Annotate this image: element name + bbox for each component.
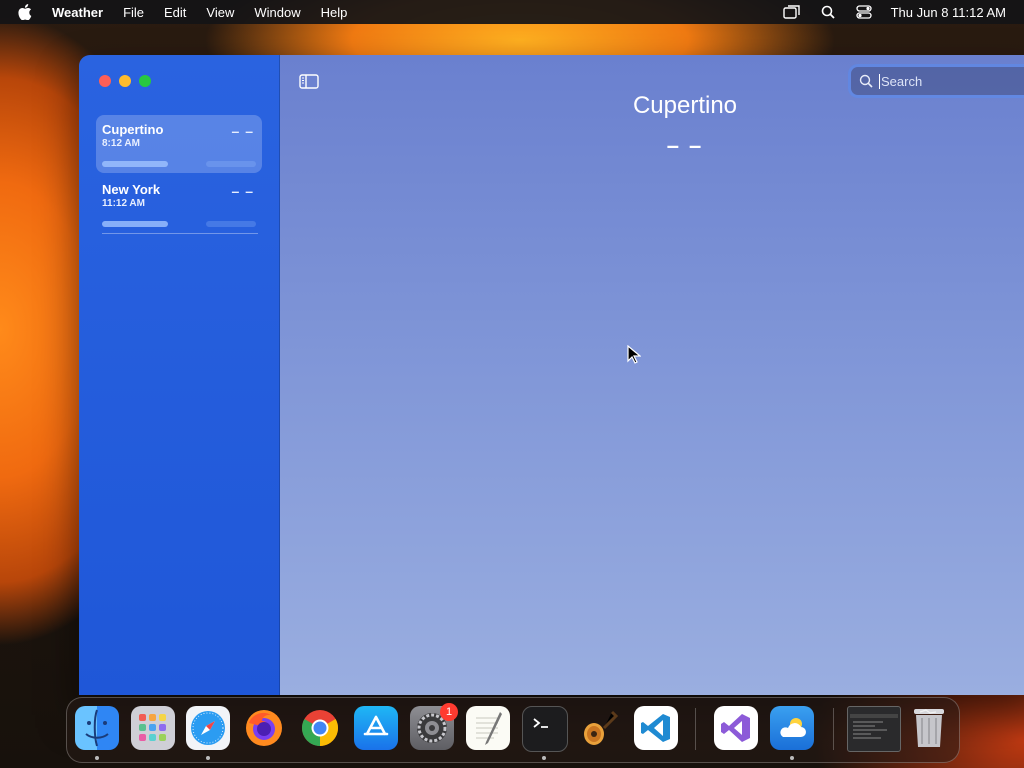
control-center-icon[interactable] bbox=[855, 4, 873, 20]
running-indicator bbox=[206, 756, 210, 760]
firefox-icon[interactable] bbox=[242, 706, 286, 750]
text-caret bbox=[879, 73, 880, 89]
menu-window[interactable]: Window bbox=[254, 5, 300, 20]
maximize-button[interactable] bbox=[139, 75, 151, 87]
close-button[interactable] bbox=[99, 75, 111, 87]
sidebar: Cupertino 8:12 AM – – New York 11:12 AM … bbox=[79, 55, 280, 695]
screen-mirroring-icon[interactable] bbox=[782, 4, 801, 20]
city-name: New York bbox=[102, 182, 161, 197]
temperature-range-bar bbox=[102, 161, 168, 167]
dock-separator bbox=[833, 708, 834, 750]
spotlight-search-icon[interactable] bbox=[819, 4, 837, 20]
dock-separator bbox=[695, 708, 696, 750]
temperature-range-bar bbox=[102, 221, 168, 227]
menu-file[interactable]: File bbox=[123, 5, 144, 20]
menu-app-name[interactable]: Weather bbox=[52, 5, 103, 20]
finder-icon[interactable] bbox=[75, 706, 119, 750]
window-controls bbox=[99, 75, 151, 87]
terminal-icon[interactable] bbox=[522, 706, 568, 752]
launchpad-icon[interactable] bbox=[131, 706, 175, 750]
menu-help[interactable]: Help bbox=[321, 5, 348, 20]
running-indicator bbox=[95, 756, 99, 760]
menu-clock[interactable]: Thu Jun 8 11:12 AM bbox=[891, 5, 1006, 20]
trash-icon[interactable] bbox=[907, 706, 951, 750]
menu-edit[interactable]: Edit bbox=[164, 5, 186, 20]
vscode-icon[interactable] bbox=[634, 706, 678, 750]
main-panel: Cupertino – – Search bbox=[280, 55, 1024, 695]
menu-view[interactable]: View bbox=[206, 5, 234, 20]
app-store-icon[interactable] bbox=[354, 706, 398, 750]
sidebar-toggle-icon[interactable] bbox=[298, 72, 320, 90]
garageband-icon[interactable] bbox=[578, 706, 622, 750]
window-preview-icon[interactable] bbox=[847, 706, 901, 752]
running-indicator bbox=[790, 756, 794, 760]
mouse-cursor-icon bbox=[627, 344, 642, 365]
city-name: Cupertino bbox=[102, 122, 164, 137]
minimize-button[interactable] bbox=[119, 75, 131, 87]
textedit-icon[interactable] bbox=[466, 706, 510, 750]
safari-icon[interactable] bbox=[186, 706, 230, 750]
dock: 1 bbox=[66, 697, 960, 763]
weather-window: Cupertino 8:12 AM – – New York 11:12 AM … bbox=[79, 55, 1024, 695]
temperature-range-track bbox=[206, 161, 256, 167]
temperature-range-track bbox=[206, 221, 256, 227]
chrome-icon[interactable] bbox=[298, 706, 342, 750]
running-indicator bbox=[542, 756, 546, 760]
list-divider bbox=[102, 233, 258, 234]
city-card-cupertino[interactable]: Cupertino 8:12 AM – – bbox=[96, 115, 262, 173]
city-temperature: – – bbox=[231, 183, 254, 199]
search-icon bbox=[859, 74, 873, 88]
apple-icon[interactable] bbox=[18, 4, 34, 20]
visual-studio-icon[interactable] bbox=[714, 706, 758, 750]
search-field[interactable]: Search bbox=[851, 67, 1024, 95]
menu-bar: Weather File Edit View Window Help Thu J… bbox=[0, 0, 1024, 24]
city-card-new-york[interactable]: New York 11:12 AM – – bbox=[96, 175, 262, 233]
weather-icon[interactable] bbox=[770, 706, 814, 750]
city-temperature: – – bbox=[231, 123, 254, 139]
search-input[interactable]: Search bbox=[881, 74, 922, 89]
current-temperature: – – bbox=[666, 133, 704, 158]
city-time: 8:12 AM bbox=[102, 138, 140, 149]
city-time: 11:12 AM bbox=[102, 198, 145, 209]
city-title: Cupertino bbox=[632, 92, 738, 119]
notification-badge: 1 bbox=[440, 703, 458, 721]
